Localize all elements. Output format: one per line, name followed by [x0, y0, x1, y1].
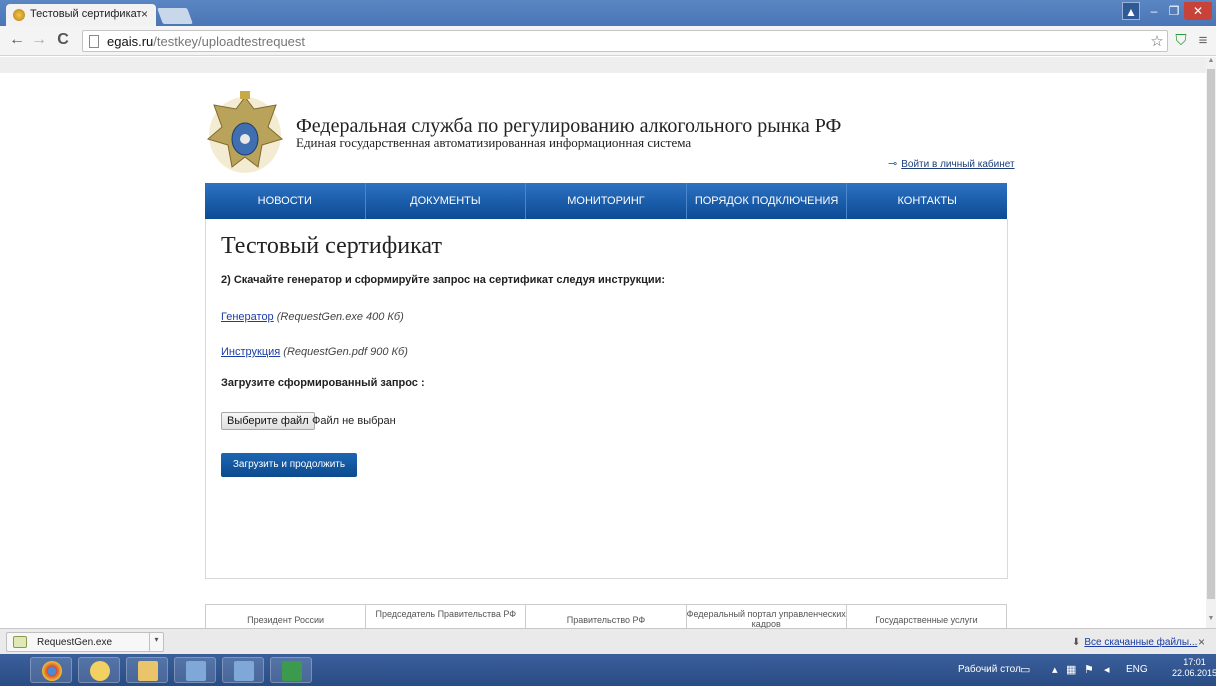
app-icon: [186, 661, 206, 681]
reload-icon[interactable]: C: [54, 31, 72, 49]
footer-link-gosuslugi[interactable]: Государственные услуги: [847, 605, 1006, 628]
excel-icon: [282, 661, 302, 681]
all-downloads-label[interactable]: Все скачанные файлы...: [1084, 637, 1197, 648]
url-domain: egais.ru: [107, 34, 154, 49]
folder-icon: [138, 661, 158, 681]
app-icon: [234, 661, 254, 681]
scroll-up-icon[interactable]: ▲: [1206, 57, 1216, 67]
coat-of-arms-logo: [206, 91, 284, 173]
footer-link-personnel-portal[interactable]: Федеральный портал управленческих кадров: [687, 605, 847, 628]
upload-continue-button[interactable]: Загрузить и продолжить: [221, 453, 357, 477]
nav-item-news[interactable]: НОВОСТИ: [205, 183, 366, 219]
instruction-link[interactable]: Инструкция: [221, 346, 280, 358]
download-arrow-icon: ⬇: [1072, 637, 1081, 648]
taskbar-excel[interactable]: [270, 657, 312, 683]
bookmark-star-icon[interactable]: ☆: [1148, 32, 1166, 50]
tab-strip: Тестовый сертификат × ▲ – ❐ ✕: [0, 0, 1216, 26]
nav-item-connection[interactable]: ПОРЯДОК ПОДКЛЮЧЕНИЯ: [687, 183, 848, 219]
shelf-close-icon[interactable]: ×: [1198, 635, 1205, 649]
tab-title: Тестовый сертификат: [30, 8, 142, 20]
executable-file-icon: [13, 636, 27, 648]
login-link[interactable]: ⊸ Войти в личный кабинет: [888, 157, 1015, 170]
footer-link-chairman[interactable]: Председатель Правительства РФ: [366, 605, 527, 628]
address-bar[interactable]: egais.ru/testkey/uploadtestrequest: [82, 30, 1168, 52]
nav-item-documents[interactable]: ДОКУМЕНТЫ: [366, 183, 527, 219]
browser-tab[interactable]: Тестовый сертификат ×: [6, 4, 156, 26]
page-icon: [89, 35, 99, 48]
content-panel: Тестовый сертификат 2) Скачайте генерато…: [205, 219, 1008, 579]
shield-extension-icon[interactable]: ⛉: [1172, 32, 1190, 49]
page-title: Тестовый сертификат: [221, 233, 442, 259]
maximize-icon[interactable]: ❐: [1164, 2, 1184, 20]
taskbar-explorer[interactable]: [126, 657, 168, 683]
instruction-file-info: (RequestGen.pdf 900 Кб): [283, 346, 408, 358]
language-indicator[interactable]: ENG: [1126, 664, 1148, 675]
desktop-icon[interactable]: ▭: [1020, 663, 1030, 676]
clock[interactable]: 17:01 22.06.2015: [1172, 657, 1216, 679]
nav-item-monitoring[interactable]: МОНИТОРИНГ: [526, 183, 687, 219]
site-favicon-icon: [13, 9, 25, 21]
desktop-toolbar-label[interactable]: Рабочий стол: [958, 664, 1021, 675]
generator-file-info: (RequestGen.exe 400 Кб): [276, 311, 404, 323]
download-shelf: RequestGen.exe ▾ ⬇ Все скачанные файлы...…: [0, 628, 1216, 654]
all-downloads-link[interactable]: ⬇ Все скачанные файлы...: [1072, 637, 1197, 648]
site-subtitle: Единая государственная автоматизированна…: [296, 135, 692, 150]
choose-file-button[interactable]: Выберите файл: [221, 412, 315, 430]
clock-time: 17:01: [1183, 657, 1206, 667]
download-file-name: RequestGen.exe: [37, 637, 113, 648]
scrollbar-thumb[interactable]: [1207, 69, 1215, 599]
taskbar-app-1[interactable]: [174, 657, 216, 683]
minimize-icon[interactable]: –: [1144, 2, 1164, 20]
instruction-download: Инструкция (RequestGen.pdf 900 Кб): [221, 346, 408, 358]
download-options-icon[interactable]: ▾: [149, 633, 163, 651]
browser-toolbar: ← → C egais.ru/testkey/uploadtestrequest…: [0, 26, 1216, 56]
close-window-icon[interactable]: ✕: [1184, 2, 1212, 20]
page-viewport: Федеральная служба по регулированию алко…: [0, 57, 1206, 628]
footer-link-government[interactable]: Правительство РФ: [526, 605, 687, 628]
forward-arrow-icon[interactable]: →: [30, 31, 48, 49]
file-status: Файл не выбран: [312, 415, 396, 427]
volume-icon[interactable]: ◂: [1104, 663, 1110, 676]
tray-arrow-icon[interactable]: ▴: [1052, 663, 1058, 676]
scroll-down-icon[interactable]: ▼: [1206, 615, 1216, 625]
taskbar-chrome[interactable]: [30, 657, 72, 683]
network-icon[interactable]: ▦: [1066, 663, 1076, 676]
system-tray: Рабочий стол ▭ ▴ ▦ ⚑ ◂ ENG 17:01 22.06.2…: [940, 654, 1216, 686]
vertical-scrollbar[interactable]: ▲ ▼: [1206, 57, 1216, 628]
footer-links: Президент России Председатель Правительс…: [205, 604, 1007, 628]
generator-download: Генератор (RequestGen.exe 400 Кб): [221, 311, 404, 323]
menu-icon[interactable]: ≡: [1194, 32, 1212, 49]
key-icon: ⊸: [888, 158, 898, 170]
footer-link-president[interactable]: Президент России: [206, 605, 367, 628]
page-top-bar: [0, 57, 1206, 73]
flag-icon[interactable]: ⚑: [1084, 663, 1094, 676]
paint-icon: [90, 661, 110, 681]
start-button[interactable]: [4, 657, 26, 683]
chrome-icon: [42, 661, 62, 681]
step-instruction: 2) Скачайте генератор и сформируйте запр…: [221, 274, 666, 286]
generator-link[interactable]: Генератор: [221, 311, 274, 323]
taskbar-app-2[interactable]: [222, 657, 264, 683]
new-tab-button[interactable]: [157, 8, 193, 24]
tab-close-icon[interactable]: ×: [141, 7, 148, 21]
back-arrow-icon[interactable]: ←: [8, 31, 26, 49]
nav-item-contacts[interactable]: КОНТАКТЫ: [847, 183, 1007, 219]
upload-label: Загрузите сформированный запрос :: [221, 377, 425, 389]
login-link-label[interactable]: Войти в личный кабинет: [901, 159, 1014, 170]
taskbar-paint[interactable]: [78, 657, 120, 683]
main-navigation: НОВОСТИ ДОКУМЕНТЫ МОНИТОРИНГ ПОРЯДОК ПОД…: [205, 183, 1007, 219]
user-profile-icon[interactable]: ▲: [1122, 2, 1140, 20]
url-path: /testkey/uploadtestrequest: [153, 34, 306, 49]
download-item[interactable]: RequestGen.exe ▾: [6, 632, 164, 652]
clock-date: 22.06.2015: [1172, 668, 1216, 678]
windows-taskbar: Рабочий стол ▭ ▴ ▦ ⚑ ◂ ENG 17:01 22.06.2…: [0, 654, 1216, 686]
